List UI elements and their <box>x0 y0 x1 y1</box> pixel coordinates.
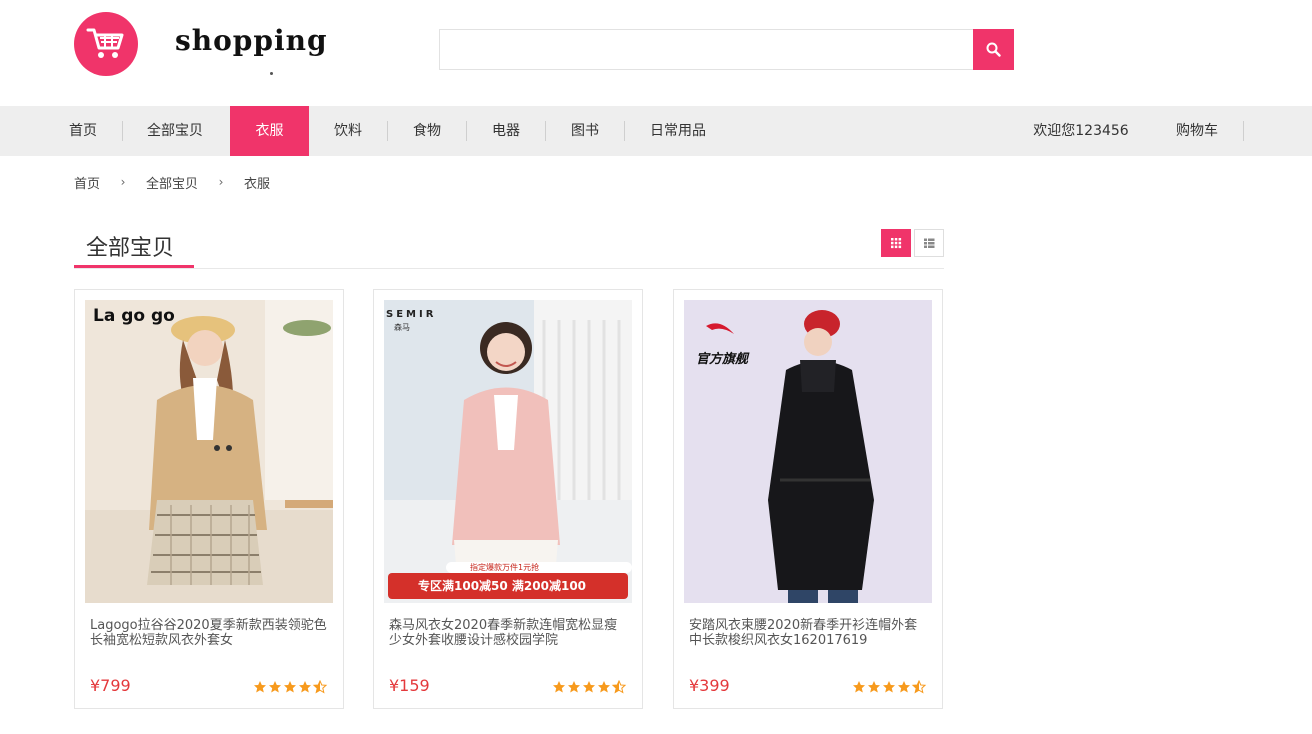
grid-view-icon <box>891 238 902 249</box>
welcome-user-link[interactable]: 欢迎您123456 <box>1028 106 1134 156</box>
star-half-icon <box>312 679 328 694</box>
product-price: ¥399 <box>689 676 730 695</box>
nav-divider <box>1243 121 1244 141</box>
promo-top-text: 指定爆款万件1元抢 <box>470 563 540 572</box>
product-image-brand-sub: 森马 <box>394 323 410 332</box>
product-image[interactable]: SEMIR 森马 指定爆款万件1元抢 专区满100减50 满200减100 <box>384 300 632 603</box>
nav-item-electronics[interactable]: 电器 <box>478 106 534 156</box>
product-image-brand: La go go <box>93 306 175 326</box>
star-icon <box>299 681 311 693</box>
promo-main-banner: 专区满100减50 满200减100 <box>388 573 628 599</box>
product-photo-pink-jacket <box>384 300 632 603</box>
search-input[interactable] <box>439 29 974 70</box>
star-icon <box>269 681 281 693</box>
nav-item-clothing[interactable]: 衣服 <box>230 106 309 156</box>
nav-divider <box>466 121 467 141</box>
logo-dot <box>270 72 273 75</box>
nav-item-home[interactable]: 首页 <box>56 106 110 156</box>
nav-divider <box>545 121 546 141</box>
nav-item-all-products[interactable]: 全部宝贝 <box>135 106 215 156</box>
search-button[interactable] <box>973 29 1014 70</box>
star-icon <box>553 681 565 693</box>
product-photo-black-trench <box>684 300 932 603</box>
product-price: ¥159 <box>389 676 430 695</box>
product-price: ¥799 <box>90 676 131 695</box>
product-image-brand: SEMIR <box>386 309 437 320</box>
nav-divider <box>122 121 123 141</box>
logo[interactable] <box>74 12 138 76</box>
section-title: 全部宝贝 <box>86 236 175 261</box>
nav-item-drinks[interactable]: 饮料 <box>320 106 376 156</box>
star-half-icon <box>911 679 927 694</box>
product-card[interactable]: 官方旗舰 安踏风衣束腰2020新春季开衫连帽外套中长款梭织风衣女16201761… <box>673 289 943 709</box>
star-icon <box>853 681 865 693</box>
cart-link[interactable]: 购物车 <box>1166 106 1228 156</box>
star-icon <box>583 681 595 693</box>
star-half-icon <box>611 679 627 694</box>
nav-divider <box>387 121 388 141</box>
product-card[interactable]: SEMIR 森马 指定爆款万件1元抢 专区满100减50 满200减100 森马… <box>373 289 643 709</box>
breadcrumb-separator: › <box>120 175 126 189</box>
list-view-icon <box>924 238 935 248</box>
nav-item-food[interactable]: 食物 <box>399 106 455 156</box>
product-photo-trench-coat <box>85 300 333 603</box>
star-icon <box>898 681 910 693</box>
breadcrumb-current: 衣服 <box>244 176 271 192</box>
section-divider <box>74 268 944 269</box>
header: shopping <box>0 0 1312 106</box>
main-nav: 首页 全部宝贝 衣服 饮料 食物 电器 图书 日常用品 欢迎您123456 购物… <box>0 106 1312 156</box>
nav-item-books[interactable]: 图书 <box>557 106 613 156</box>
star-icon <box>868 681 880 693</box>
promo-main-text: 专区满100减50 满200减100 <box>418 579 587 593</box>
product-title[interactable]: 安踏风衣束腰2020新春季开衫连帽外套中长款梭织风衣女162017619 <box>689 618 929 648</box>
breadcrumb: 首页 › 全部宝贝 › 衣服 <box>74 172 270 192</box>
promo-top-banner: 指定爆款万件1元抢 <box>446 562 632 573</box>
breadcrumb-separator: › <box>218 175 224 189</box>
product-title[interactable]: 森马风衣女2020春季新款连帽宽松显瘦少女外套收腰设计感校园学院 <box>389 618 629 648</box>
product-card[interactable]: La go go Lagogo拉谷谷2020夏季新款西装领驼色长袖宽松短款风衣外… <box>74 289 344 709</box>
product-image-brand: 官方旗舰 <box>696 352 749 367</box>
product-title[interactable]: Lagogo拉谷谷2020夏季新款西装领驼色长袖宽松短款风衣外套女 <box>90 618 330 648</box>
product-rating <box>253 679 329 698</box>
star-icon <box>254 681 266 693</box>
nav-divider <box>624 121 625 141</box>
search-icon <box>986 42 1001 57</box>
product-rating <box>552 679 628 698</box>
shopping-cart-icon <box>86 28 124 58</box>
product-image[interactable]: 官方旗舰 <box>684 300 932 603</box>
product-rating <box>852 679 928 698</box>
star-icon <box>883 681 895 693</box>
product-image[interactable]: La go go <box>85 300 333 603</box>
breadcrumb-all-products[interactable]: 全部宝贝 <box>146 173 198 192</box>
star-icon <box>598 681 610 693</box>
list-view-button[interactable] <box>914 229 944 257</box>
breadcrumb-home[interactable]: 首页 <box>74 173 100 192</box>
logo-text[interactable]: shopping <box>175 24 328 57</box>
star-icon <box>568 681 580 693</box>
star-icon <box>284 681 296 693</box>
nav-item-daily-goods[interactable]: 日常用品 <box>637 106 719 156</box>
grid-view-button[interactable] <box>881 229 911 257</box>
